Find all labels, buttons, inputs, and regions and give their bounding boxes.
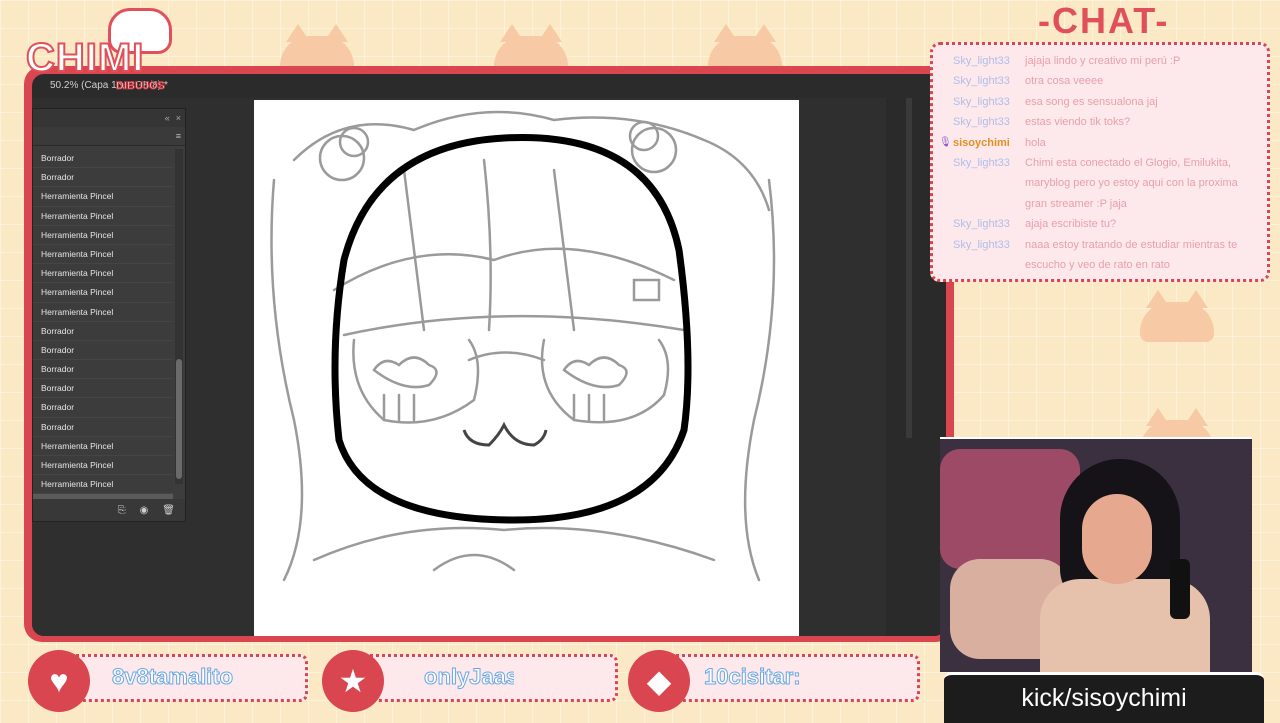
history-item[interactable]: Borrador xyxy=(33,398,173,418)
scroll-thumb[interactable] xyxy=(176,359,182,479)
history-item[interactable]: Herramienta Pincel xyxy=(33,244,173,265)
chat-username[interactable]: Sky_light33 xyxy=(953,112,1025,132)
history-item[interactable]: Borrador xyxy=(33,168,173,188)
chat-message-text: hola xyxy=(1025,136,1046,149)
close-icon[interactable]: × xyxy=(176,113,181,123)
history-item[interactable]: Herramienta Pincel xyxy=(33,456,173,476)
snapshot-camera-icon[interactable]: ◉ xyxy=(140,505,149,516)
chat-username[interactable]: sisoychimi xyxy=(953,133,1025,153)
chat-message-text: otra cosa veeee xyxy=(1025,75,1104,88)
webcam-streamer-face xyxy=(1082,494,1152,584)
broadcaster-badge-icon: 🎙 xyxy=(939,136,952,148)
history-item[interactable]: Herramienta Pincel xyxy=(33,302,173,322)
chat-message: Sky_light33 jajaja lindo y creativo mi pe… xyxy=(953,51,1259,71)
collapse-icon[interactable]: « xyxy=(165,113,170,123)
history-item[interactable]: Borrador xyxy=(33,321,173,341)
history-item[interactable]: Herramienta Pincel xyxy=(33,187,173,207)
chat-title: -CHAT- xyxy=(1038,0,1170,41)
star-icon: ★ xyxy=(322,650,384,712)
panel-footer: ⎘ ◉ 🗑 xyxy=(33,499,185,521)
chat-message: Sky_light33 Chimi esta conectado el Glogi… xyxy=(953,153,1259,214)
chat-username[interactable]: Sky_light33 xyxy=(953,214,1025,234)
history-item[interactable]: Borrador xyxy=(33,379,173,399)
chat-username[interactable]: Sky_light33 xyxy=(953,153,1025,214)
chat-panel: Sky_light33 jajaja lindo y creativo mi pe… xyxy=(930,42,1270,282)
new-doc-from-state-icon[interactable]: ⎘ xyxy=(118,505,126,516)
panel-menu-icon[interactable]: ≡ xyxy=(176,131,181,141)
chat-message: 🎙 sisoychimi hola xyxy=(939,133,1259,153)
alert-latest-donation: ◆ 10cisitar: xyxy=(628,650,924,712)
history-item[interactable]: Herramienta Pincel xyxy=(33,436,173,456)
alert-text: onlyJaaso xyxy=(424,664,514,690)
canvas-scrollbar[interactable] xyxy=(906,98,912,438)
chat-message: Sky_light33 estas viendo tik toks? xyxy=(953,112,1259,132)
chat-username[interactable]: Sky_light33 xyxy=(953,51,1025,71)
alert-text: 8v8tamalito xyxy=(112,664,234,690)
webcam-bed xyxy=(940,449,1080,569)
logo-subtitle: DIBUJOS xyxy=(116,80,166,93)
sketch-artwork xyxy=(270,110,776,582)
panel-tab-bar: ≡ xyxy=(33,127,185,146)
trash-icon[interactable]: 🗑 xyxy=(162,505,175,516)
workspace: « × ≡ Borrador Borrador Herramienta Pincel… xyxy=(32,98,946,636)
chat-message-text: esa song es sensualona jaj xyxy=(1025,95,1158,108)
history-list: Borrador Borrador Herramienta Pincel Herram… xyxy=(33,149,173,514)
chat-message: Sky_light33 ajaja escribiste tu? xyxy=(953,214,1259,234)
alert-text: 10cisitar: xyxy=(704,664,801,690)
webcam-channel-label: kick/sisoychimi xyxy=(944,672,1264,723)
drawing-app-window: 50.2% (Capa 15, RGB/8) * « × ≡ Borrador B… xyxy=(32,74,946,636)
chat-message-text: estas viendo tik toks? xyxy=(1025,116,1131,129)
chat-message-text: naaa estoy tratando de estudiar mientras… xyxy=(1025,238,1238,272)
logo-name: CHIMI xyxy=(25,35,145,81)
alert-latest-subscriber: ★ onlyJaaso xyxy=(322,650,618,712)
chat-message-text: Chimi esta conectado el Glogio, Emilukit… xyxy=(1025,157,1238,210)
background-cat-decoration xyxy=(1140,290,1214,342)
chat-username[interactable]: Sky_light33 xyxy=(953,71,1025,91)
chat-message-text: jajaja lindo y creativo mi perú :P xyxy=(1025,55,1181,67)
history-item[interactable]: Borrador xyxy=(33,360,173,380)
drawing-canvas[interactable] xyxy=(254,100,799,636)
history-item[interactable]: Borrador xyxy=(33,340,173,361)
chat-message: Sky_light33 naaa estoy tratando de estudi… xyxy=(953,235,1259,276)
history-item[interactable]: Herramienta Pincel xyxy=(33,283,173,303)
heart-icon: ♥ xyxy=(28,650,90,712)
history-item[interactable]: Herramienta Pincel xyxy=(33,225,173,245)
history-panel: « × ≡ Borrador Borrador Herramienta Pincel… xyxy=(32,108,186,522)
history-item[interactable]: Herramienta Pincel xyxy=(33,264,173,284)
microphone-icon xyxy=(1170,559,1190,619)
gem-icon: ◆ xyxy=(628,650,690,712)
webcam-feed xyxy=(940,437,1252,672)
chat-message: Sky_light33 otra cosa veeee xyxy=(953,71,1259,91)
history-item[interactable]: Herramienta Pincel xyxy=(33,206,173,226)
chat-message-text: ajaja escribiste tu? xyxy=(1025,218,1117,231)
alert-latest-follower: ♥ 8v8tamalito xyxy=(28,650,308,712)
channel-logo: CHIMI DIBUJOS xyxy=(8,8,188,98)
history-item[interactable]: Borrador xyxy=(33,149,173,169)
history-item[interactable]: Herramienta Pincel xyxy=(33,475,173,495)
app-frame: 50.2% (Capa 15, RGB/8) * « × ≡ Borrador B… xyxy=(24,66,954,642)
panel-header: « × xyxy=(33,109,185,127)
chat-username[interactable]: Sky_light33 xyxy=(953,235,1025,276)
history-item[interactable]: Borrador xyxy=(33,417,173,437)
chat-message: Sky_light33 esa song es sensualona jaj xyxy=(953,92,1259,112)
chat-username[interactable]: Sky_light33 xyxy=(953,92,1025,112)
history-scrollbar[interactable] xyxy=(175,149,183,484)
